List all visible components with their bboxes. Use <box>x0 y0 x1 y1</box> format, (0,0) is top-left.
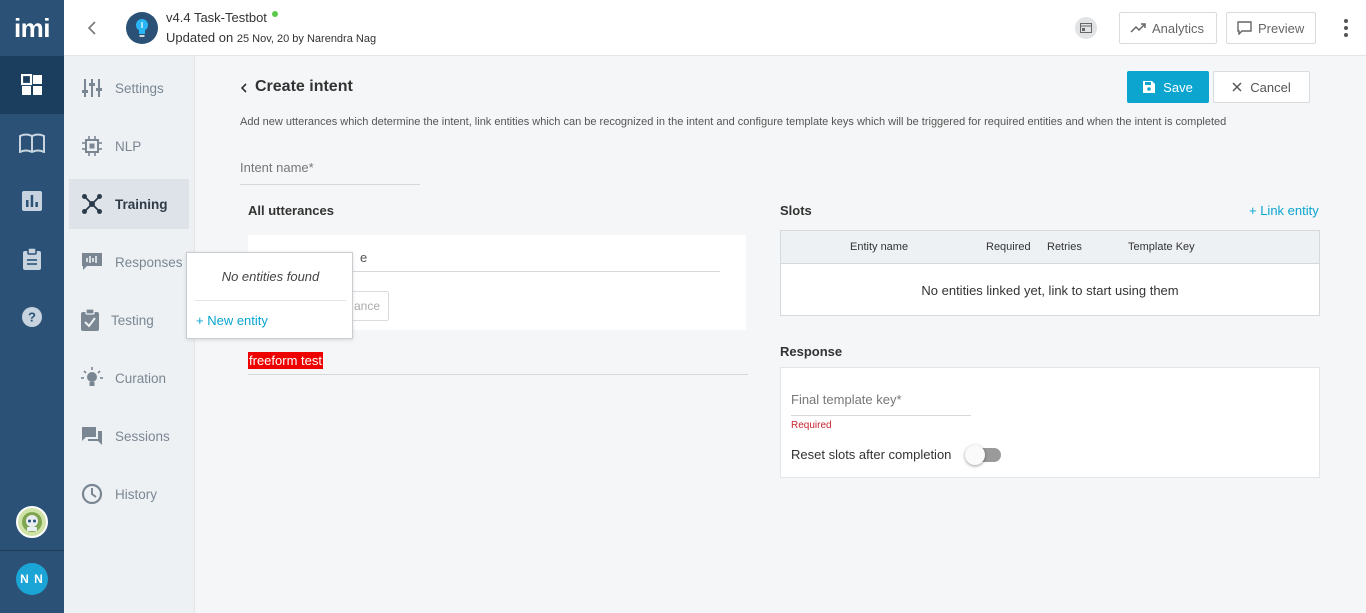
response-card: Final template key* Required Reset slots… <box>780 367 1320 478</box>
settings-sliders-icon <box>82 79 102 97</box>
cancel-label: Cancel <box>1250 79 1291 95</box>
app-rail: imi ? N N <box>0 0 64 613</box>
updated-detail: 25 Nov, 20 by Narendra Nag <box>236 33 377 45</box>
slots-table: Entity name Required Retries Template Ke… <box>780 230 1320 316</box>
book-icon <box>19 133 45 153</box>
intent-name-input[interactable]: Intent name* <box>240 160 420 185</box>
history-icon <box>81 483 103 505</box>
analytics-label: Analytics <box>1152 20 1205 36</box>
online-status-dot <box>271 11 278 17</box>
chat-wave-icon <box>82 253 102 270</box>
rail-help[interactable]: ? <box>0 288 64 346</box>
cancel-button[interactable]: Cancel <box>1213 71 1310 103</box>
save-label: Save <box>1163 79 1193 95</box>
network-icon <box>82 194 102 214</box>
sidebar-label-history: History <box>115 486 158 502</box>
close-icon <box>1232 82 1242 92</box>
rail-tasks[interactable] <box>0 230 64 288</box>
sidebar-item-history[interactable]: History <box>69 469 189 519</box>
bot-title: v4.4 Task-Testbot <box>166 10 278 25</box>
column-required: Required <box>986 241 1031 253</box>
slots-empty-message: No entities linked yet, link to start us… <box>921 283 1179 298</box>
bot-avatar-rail[interactable] <box>16 506 48 538</box>
utterance-divider <box>248 374 748 375</box>
page-title: Create intent <box>255 78 353 95</box>
dropdown-divider <box>195 300 346 301</box>
new-entity-link[interactable]: + New entity <box>196 313 268 328</box>
sidebar-label-training: Training <box>115 196 168 212</box>
entity-dropdown: No entities found + New entity <box>186 252 353 339</box>
sidebar-label-settings: Settings <box>115 80 164 96</box>
toggle-knob <box>965 445 985 465</box>
column-entity-name: Entity name <box>850 241 909 253</box>
page-description: Add new utterances which determine the i… <box>240 116 1227 128</box>
column-retries: Retries <box>1047 241 1082 253</box>
more-options-icon[interactable] <box>1340 16 1352 40</box>
sidebar-label-sessions: Sessions <box>115 428 170 444</box>
lightbulb-icon <box>136 19 148 37</box>
bar-chart-icon <box>22 191 42 211</box>
back-button[interactable] <box>82 18 102 38</box>
sidebar-item-settings[interactable]: Settings <box>69 63 189 113</box>
layout-toggle-button[interactable] <box>1075 17 1097 39</box>
rail-analytics[interactable] <box>0 172 64 230</box>
app-logo[interactable]: imi <box>0 0 64 56</box>
preview-label: Preview <box>1258 20 1305 36</box>
svg-text:?: ? <box>28 310 36 325</box>
chat-bubbles-icon <box>82 427 102 445</box>
chevron-left-icon <box>87 21 96 35</box>
bot-updated: Updated on 25 Nov, 20 by Narendra Nag <box>166 30 376 45</box>
bot-title-text: v4.4 Task-Testbot <box>166 10 267 25</box>
no-entities-message: No entities found <box>221 269 320 284</box>
robot-avatar-icon <box>22 512 42 532</box>
reset-slots-toggle[interactable] <box>965 445 1001 465</box>
sidebar-label-responses: Responses <box>115 254 183 270</box>
floppy-disk-icon <box>1143 81 1156 93</box>
link-entity-button[interactable]: + Link entity <box>1249 203 1319 218</box>
clipboard-check-icon <box>81 309 99 331</box>
lightbulb-idea-icon <box>81 367 103 386</box>
chat-preview-icon <box>1237 21 1252 35</box>
sidebar-label-curation: Curation <box>115 370 167 386</box>
top-bar: v4.4 Task-Testbot Updated on 25 Nov, 20 … <box>64 0 1366 56</box>
rail-divider <box>0 550 64 551</box>
slots-heading: Slots <box>780 203 812 218</box>
reset-slots-label: Reset slots after completion <box>791 447 952 462</box>
dashboard-grid-icon <box>21 74 42 95</box>
updated-prefix: Updated on <box>166 30 234 45</box>
help-icon: ? <box>22 307 42 327</box>
column-template-key: Template Key <box>1128 241 1195 253</box>
bot-avatar <box>126 12 158 44</box>
sidebar-label-nlp: NLP <box>115 138 142 154</box>
sidebar-item-training[interactable]: Training <box>69 179 189 229</box>
final-template-key-input[interactable]: Final template key* <box>791 392 971 416</box>
save-button[interactable]: Save <box>1127 71 1209 103</box>
user-avatar[interactable]: N N <box>16 563 48 595</box>
utterance-input-partial: e <box>360 250 368 265</box>
page-back-chevron-icon[interactable] <box>239 82 251 94</box>
sidebar-label-testing: Testing <box>111 312 154 328</box>
required-error: Required <box>791 420 832 431</box>
sidebar-item-responses[interactable]: Responses <box>69 237 189 287</box>
utterances-heading: All utterances <box>248 203 334 218</box>
rail-knowledge-book[interactable] <box>0 114 64 172</box>
clipboard-icon <box>23 248 41 270</box>
trend-up-icon <box>1130 23 1146 33</box>
preview-button[interactable]: Preview <box>1226 12 1316 44</box>
sidebar-item-curation[interactable]: Curation <box>69 353 189 403</box>
window-layout-icon <box>1080 23 1092 33</box>
sidebar-item-nlp[interactable]: NLP <box>69 121 189 171</box>
create-intent-page: Create intent Save Cancel Add new uttera… <box>186 56 1366 613</box>
sidebar-item-testing[interactable]: Testing <box>69 295 189 345</box>
utterance-highlighted-text[interactable]: freeform test <box>248 352 323 369</box>
slots-table-header: Entity name Required Retries Template Ke… <box>781 231 1319 264</box>
rail-bots-dashboard[interactable] <box>0 56 64 114</box>
bot-sidebar: Settings NLP Training Responses Testing … <box>64 56 195 613</box>
sidebar-item-sessions[interactable]: Sessions <box>69 411 189 461</box>
analytics-button[interactable]: Analytics <box>1119 12 1217 44</box>
chip-icon <box>82 136 102 156</box>
response-heading: Response <box>780 344 843 359</box>
